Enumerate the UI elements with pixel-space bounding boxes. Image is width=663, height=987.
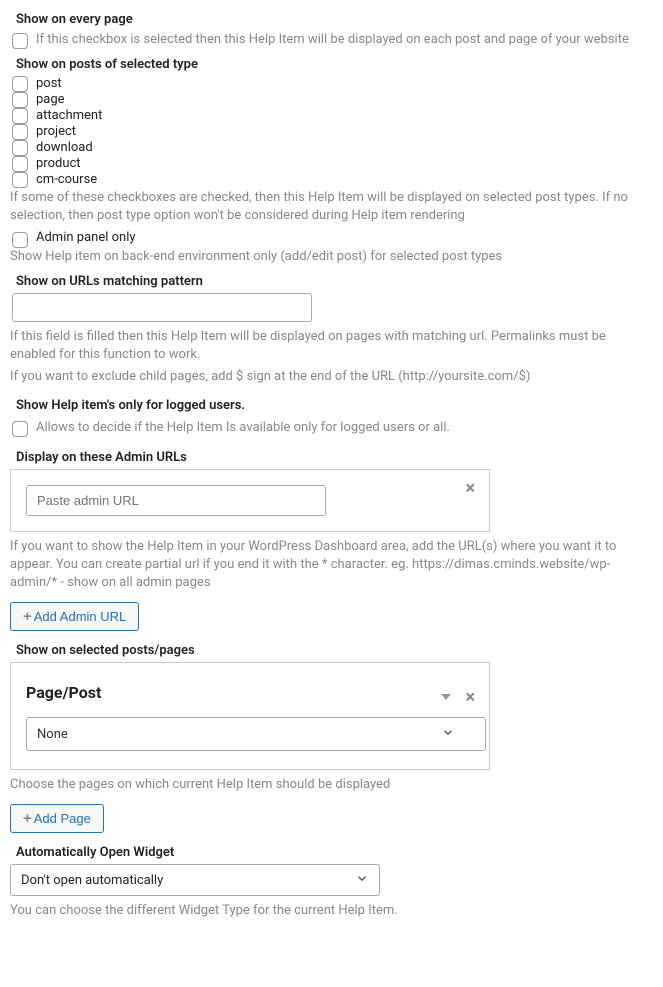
page-post-select[interactable]: None — [26, 717, 486, 751]
caret-down-icon[interactable] — [441, 691, 451, 706]
admin-urls-title: Display on these Admin URLs — [10, 450, 653, 465]
post-types-list: post page attachment project download pr… — [10, 76, 653, 188]
post-type-checkbox[interactable] — [12, 76, 28, 92]
post-type-label: cm-course — [36, 172, 97, 188]
auto-open-select[interactable]: Don't open automatically — [10, 864, 380, 896]
chevron-down-icon — [441, 725, 455, 743]
url-pattern-title: Show on URLs matching pattern — [10, 274, 653, 289]
add-page-button[interactable]: + Add Page — [10, 804, 104, 833]
post-type-checkbox[interactable] — [12, 92, 28, 108]
add-admin-url-label: Add Admin URL — [34, 609, 127, 624]
admin-panel-only-checkbox[interactable] — [12, 232, 28, 248]
logged-users-checkbox[interactable] — [12, 421, 28, 437]
url-pattern-desc2: If you want to exclude child pages, add … — [10, 368, 653, 386]
show-every-page-desc: If this checkbox is selected then this H… — [36, 31, 629, 49]
close-icon[interactable]: × — [465, 689, 475, 707]
post-type-label: download — [36, 140, 93, 156]
post-type-checkbox[interactable] — [12, 140, 28, 156]
auto-open-select-value: Don't open automatically — [21, 873, 163, 888]
post-types-desc: If some of these checkboxes are checked,… — [10, 189, 653, 225]
logged-users-title: Show Help item's only for logged users. — [10, 398, 653, 413]
post-type-label: attachment — [36, 108, 102, 124]
url-pattern-desc1: If this field is filled then this Help I… — [10, 328, 653, 364]
url-pattern-input[interactable] — [12, 293, 312, 322]
selected-posts-title: Show on selected posts/pages — [10, 643, 653, 658]
admin-panel-only-desc: Show Help item on back-end environment o… — [10, 248, 653, 266]
show-every-page-checkbox[interactable] — [12, 33, 28, 49]
page-post-box-title: Page/Post — [26, 683, 474, 702]
add-admin-url-button[interactable]: + Add Admin URL — [10, 602, 139, 631]
post-type-label: page — [36, 92, 65, 108]
admin-panel-only-label: Admin panel only — [36, 230, 136, 245]
show-every-page-title: Show on every page — [10, 12, 653, 27]
page-post-select-value: None — [37, 727, 68, 742]
post-type-checkbox[interactable] — [12, 124, 28, 140]
close-icon[interactable]: × — [465, 480, 475, 498]
post-type-checkbox[interactable] — [12, 156, 28, 172]
post-type-label: post — [36, 76, 62, 92]
admin-url-box: × — [10, 469, 490, 532]
post-type-checkbox[interactable] — [12, 108, 28, 124]
selected-posts-desc: Choose the pages on which current Help I… — [10, 776, 653, 794]
add-page-label: Add Page — [34, 811, 91, 826]
post-type-checkbox[interactable] — [12, 172, 28, 188]
logged-users-desc: Allows to decide if the Help Item Is ava… — [36, 419, 450, 437]
post-types-title: Show on posts of selected type — [10, 57, 653, 72]
auto-open-title: Automatically Open Widget — [10, 845, 653, 860]
auto-open-desc: You can choose the different Widget Type… — [10, 902, 653, 920]
plus-icon: + — [23, 608, 32, 625]
post-type-label: project — [36, 124, 76, 140]
plus-icon: + — [23, 810, 32, 827]
page-post-box: × Page/Post None — [10, 662, 490, 770]
post-type-label: product — [36, 156, 81, 172]
admin-urls-desc: If you want to show the Help Item in you… — [10, 538, 653, 593]
chevron-down-icon — [355, 871, 369, 889]
admin-url-input[interactable] — [26, 485, 326, 516]
